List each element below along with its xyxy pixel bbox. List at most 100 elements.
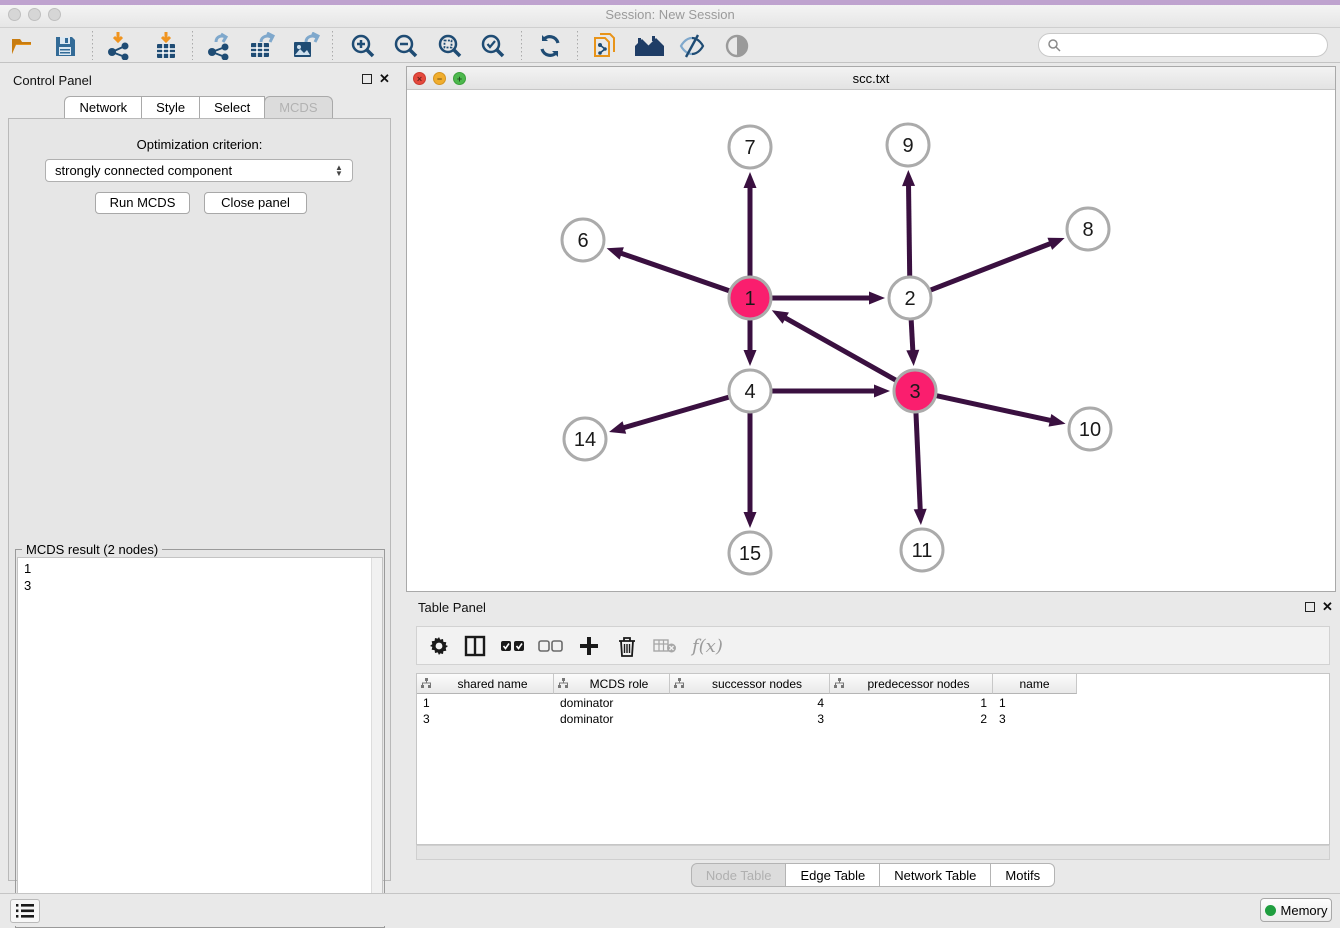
select-all-columns-icon[interactable] [499,632,527,660]
control-tab-select[interactable]: Select [199,96,265,118]
control-tab-mcds[interactable]: MCDS [264,96,332,118]
search-input[interactable] [1061,38,1327,52]
search-field[interactable] [1038,33,1328,57]
control-tab-style[interactable]: Style [141,96,200,118]
export-network-icon[interactable] [204,31,234,61]
column-header-label: successor nodes [685,677,829,691]
graph-edge-2-9[interactable] [908,183,909,276]
mcds-panel: Optimization criterion: strongly connect… [8,118,391,881]
graph-node-label: 9 [902,135,913,157]
import-network-icon[interactable] [104,31,134,61]
column-header-predecessor-nodes[interactable]: predecessor nodes [830,674,993,694]
table-panel: Table Panel ✕ f(x) shared nameMCDS roles… [406,596,1340,893]
export-table-icon[interactable] [248,31,278,61]
column-header-MCDS-role[interactable]: MCDS role [554,674,670,694]
zoom-out-icon[interactable] [391,31,421,61]
network-window-titlebar[interactable]: × − + scc.txt [407,67,1335,90]
table-cell[interactable]: dominator [554,711,670,727]
graph-edge-3-1[interactable] [783,317,896,381]
run-mcds-button[interactable]: Run MCDS [95,192,190,214]
graph-arrowhead [906,350,919,366]
table-settings-icon[interactable] [425,632,453,660]
close-panel-icon[interactable]: ✕ [379,71,390,87]
control-tab-network[interactable]: Network [64,96,142,118]
table-close-icon[interactable]: ✕ [1322,599,1333,615]
table-tab-node-table[interactable]: Node Table [691,863,787,887]
graph-node-label: 6 [577,230,588,252]
graph-edge-3-10[interactable] [936,396,1052,421]
close-panel-button[interactable]: Close panel [204,192,307,214]
graph-arrowhead [744,172,757,188]
graph-edge-3-11[interactable] [916,413,920,512]
titlebar-accent [0,0,1340,5]
export-image-icon[interactable] [291,31,321,61]
mcds-result-title: MCDS result (2 nodes) [22,542,162,557]
table-row-2[interactable]: 3dominator323 [417,711,1077,727]
control-panel-tabs: NetworkStyleSelectMCDS [0,96,397,118]
preview-eye-icon[interactable] [722,31,752,61]
table-row-1[interactable]: 1dominator411 [417,695,1077,711]
mcds-result-text: 1 3 [24,560,31,594]
table-tabs: Node TableEdge TableNetwork TableMotifs [406,863,1340,887]
graph-edge-4-14[interactable] [621,397,728,428]
graph-edge-2-3[interactable] [911,320,913,353]
table-float-icon[interactable] [1305,602,1315,612]
column-header-shared-name[interactable]: shared name [417,674,554,694]
delete-column-icon[interactable] [613,632,641,660]
graph-arrowhead [1047,238,1064,250]
apply-function-icon[interactable]: f(x) [689,632,725,660]
open-session-icon[interactable] [8,31,38,61]
column-header-label: MCDS role [569,677,669,691]
window-titlebar: Session: New Session [0,0,1340,28]
deselect-all-columns-icon[interactable] [537,632,565,660]
node-table: shared name MCDS role successor nodesprede… [416,673,1330,845]
criterion-value: strongly connected component [55,163,232,178]
graph-arrowhead [607,247,624,259]
memory-button[interactable]: Memory [1260,898,1332,922]
table-cell[interactable]: 1 [993,695,1077,711]
duplicate-network-icon[interactable] [590,31,620,61]
table-cell[interactable]: 4 [670,695,830,711]
zoom-in-icon[interactable] [348,31,378,61]
graphics-details-icon[interactable] [677,31,707,61]
import-table-icon[interactable] [151,31,181,61]
table-tab-network-table[interactable]: Network Table [879,863,991,887]
split-view-icon[interactable] [461,632,489,660]
sort-tree-icon [674,678,685,689]
criterion-select[interactable]: strongly connected component ▲▼ [45,159,353,182]
network-window-title: scc.txt [407,71,1335,86]
table-tab-edge-table[interactable]: Edge Table [785,863,880,887]
table-cell[interactable]: 1 [830,695,993,711]
zoom-fit-icon[interactable] [435,31,465,61]
graph-edge-2-8[interactable] [931,243,1053,290]
refresh-layout-icon[interactable] [535,31,565,61]
table-tab-motifs[interactable]: Motifs [990,863,1055,887]
network-canvas[interactable]: 7968124314101511 [407,90,1335,591]
graph-node-label: 2 [904,288,915,310]
sort-tree-icon [421,678,432,689]
control-panel: Control Panel ✕ NetworkStyleSelectMCDS O… [0,63,397,893]
float-panel-icon[interactable] [362,74,372,84]
graph-edge-1-6[interactable] [619,252,729,290]
save-session-icon[interactable] [50,31,80,61]
table-cell[interactable]: 3 [993,711,1077,727]
column-header-name[interactable]: name [993,674,1077,694]
column-header-successor-nodes[interactable]: successor nodes [670,674,830,694]
delete-table-icon[interactable] [651,632,679,660]
table-cell[interactable]: 3 [417,711,554,727]
table-cell[interactable]: 1 [417,695,554,711]
table-cell[interactable]: 2 [830,711,993,727]
mcds-result-area[interactable]: 1 3 [17,557,383,926]
graph-arrowhead [744,512,757,528]
status-bar: Memory [0,893,1340,926]
zoom-selected-icon[interactable] [478,31,508,61]
table-cell[interactable]: dominator [554,695,670,711]
add-column-icon[interactable] [575,632,603,660]
result-scrollbar[interactable] [371,558,382,925]
task-history-button[interactable] [10,899,40,923]
table-cell[interactable]: 3 [670,711,830,727]
column-header-label: name [993,677,1076,691]
table-horizontal-scrollbar[interactable] [416,845,1330,860]
table-panel-title: Table Panel [418,600,486,615]
network-overview-icon[interactable] [634,31,664,61]
